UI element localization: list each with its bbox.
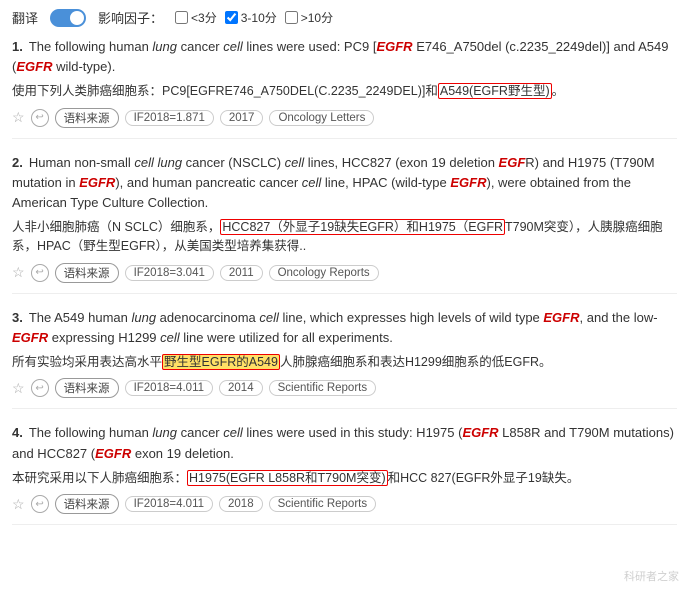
if-tag-2: IF2018=3.041 — [125, 265, 214, 281]
if-tag-4: IF2018=4.011 — [125, 496, 213, 512]
egfr-2b: EGFR — [79, 175, 115, 190]
source-tag-2[interactable]: 语料来源 — [55, 263, 119, 283]
cell-3a: cell — [259, 310, 279, 325]
filter-checkbox-3[interactable] — [285, 11, 298, 24]
result-item-2: 2. Human non-small cell lung cancer (NSC… — [12, 153, 677, 294]
egfr-4a: EGFR — [462, 425, 498, 440]
egfr-3a: EGFR — [543, 310, 579, 325]
result-en-4: 4. The following human lung cancer cell … — [12, 423, 677, 463]
star-icon-1[interactable]: ☆ — [12, 109, 25, 126]
cell-2c: cell — [302, 175, 322, 190]
egfr-1a: EGFR — [376, 39, 412, 54]
year-tag-4: 2018 — [219, 496, 263, 512]
filter-label-1: <3分 — [191, 9, 217, 26]
egfr-2c: EGFR — [450, 175, 486, 190]
circle-btn-4[interactable]: ↩ — [31, 495, 49, 513]
year-tag-2: 2011 — [220, 265, 263, 281]
result-item-3: 3. The A549 human lung adenocarcinoma ce… — [12, 308, 677, 410]
toggle-knob — [70, 11, 84, 25]
star-icon-2[interactable]: ☆ — [12, 264, 25, 281]
egfr-2a: EGF — [499, 155, 526, 170]
journal-tag-4: Scientific Reports — [269, 496, 376, 512]
source-tag-3[interactable]: 语料来源 — [55, 378, 119, 398]
cn-highlight-1: A549(EGFR野生型) — [438, 83, 552, 99]
result-en-3: 3. The A549 human lung adenocarcinoma ce… — [12, 308, 677, 348]
results-list: 1. The following human lung cancer cell … — [12, 37, 677, 525]
egfr-1b: EGFR — [16, 59, 52, 74]
meta-row-4: ☆ ↩ 语料来源 IF2018=4.011 2018 Scientific Re… — [12, 494, 677, 514]
result-number-4: 4. — [12, 423, 23, 443]
result-en-1: 1. The following human lung cancer cell … — [12, 37, 677, 77]
filter-checkbox-2[interactable] — [225, 11, 238, 24]
filter-item-1[interactable]: <3分 — [175, 9, 217, 26]
cell-3b: cell — [160, 330, 180, 345]
filter-group: <3分 3-10分 >10分 — [175, 9, 333, 26]
filter-item-2[interactable]: 3-10分 — [225, 9, 277, 26]
if-tag-3: IF2018=4.011 — [125, 380, 213, 396]
star-icon-3[interactable]: ☆ — [12, 380, 25, 397]
cell-4a: cell — [223, 425, 243, 440]
lung-4: lung — [152, 425, 177, 440]
lung-2: lung — [157, 155, 182, 170]
meta-row-2: ☆ ↩ 语料来源 IF2018=3.041 2011 Oncology Repo… — [12, 263, 677, 283]
journal-tag-1: Oncology Letters — [269, 110, 374, 126]
egfr-4b: EGFR — [95, 446, 131, 461]
cell-1: cell — [223, 39, 243, 54]
circle-btn-2[interactable]: ↩ — [31, 264, 49, 282]
lung-3: lung — [131, 310, 156, 325]
filter-label-3: >10分 — [301, 9, 333, 26]
journal-tag-2: Oncology Reports — [269, 265, 379, 281]
egfr-3b: EGFR — [12, 330, 48, 345]
result-cn-1: 使用下列人类肺癌细胞系：PC9[EGFRE746_A750DEL(C.2235_… — [12, 82, 677, 101]
cn-highlight-4: H1975(EGFR L858R和T790M突变) — [187, 470, 388, 486]
watermark: 科研者之家 — [624, 568, 679, 584]
circle-btn-3[interactable]: ↩ — [31, 379, 49, 397]
result-number-2: 2. — [12, 153, 23, 173]
year-tag-1: 2017 — [220, 110, 264, 126]
if-tag-1: IF2018=1.871 — [125, 110, 214, 126]
result-item-4: 4. The following human lung cancer cell … — [12, 423, 677, 525]
meta-row-1: ☆ ↩ 语料来源 IF2018=1.871 2017 Oncology Lett… — [12, 108, 677, 128]
cell-2b: cell — [285, 155, 305, 170]
result-cn-2: 人非小细胞肺癌（N SCLC）细胞系，HCC827（外显子19缺失EGFR）和H… — [12, 218, 677, 257]
filter-checkbox-1[interactable] — [175, 11, 188, 24]
cn-highlight-3: 野生型EGFR的A549 — [162, 354, 280, 370]
translate-toggle[interactable] — [50, 9, 86, 27]
year-tag-3: 2014 — [219, 380, 263, 396]
result-cn-3: 所有实验均采用表达高水平野生型EGFR的A549人肺腺癌细胞系和表达H1299细… — [12, 353, 677, 372]
cell-2a: cell — [134, 155, 154, 170]
circle-btn-1[interactable]: ↩ — [31, 109, 49, 127]
source-tag-4[interactable]: 语料来源 — [55, 494, 119, 514]
cn-highlight-2: HCC827（外显子19缺失EGFR）和H1975（EGFR — [220, 219, 505, 235]
result-item-1: 1. The following human lung cancer cell … — [12, 37, 677, 139]
translate-label: 翻译 — [12, 8, 38, 27]
meta-row-3: ☆ ↩ 语料来源 IF2018=4.011 2014 Scientific Re… — [12, 378, 677, 398]
impact-label: 影响因子： — [98, 8, 163, 27]
lung-1: lung — [152, 39, 177, 54]
journal-tag-3: Scientific Reports — [269, 380, 376, 396]
result-number-1: 1. — [12, 37, 23, 57]
source-tag-1[interactable]: 语料来源 — [55, 108, 119, 128]
filter-label-2: 3-10分 — [241, 9, 277, 26]
result-number-3: 3. — [12, 308, 23, 328]
top-bar: 翻译 影响因子： <3分 3-10分 >10分 — [12, 8, 677, 27]
star-icon-4[interactable]: ☆ — [12, 496, 25, 513]
result-en-2: 2. Human non-small cell lung cancer (NSC… — [12, 153, 677, 213]
result-cn-4: 本研究采用以下人肺癌细胞系：H1975(EGFR L858R和T790M突变)和… — [12, 469, 677, 488]
filter-item-3[interactable]: >10分 — [285, 9, 333, 26]
